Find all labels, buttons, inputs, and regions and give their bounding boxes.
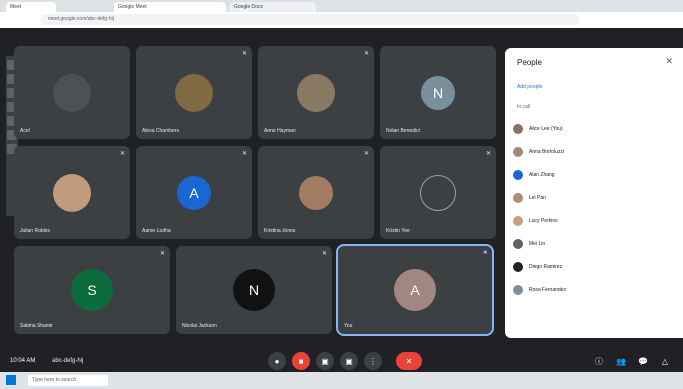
activities-icon[interactable]: △ xyxy=(656,352,674,370)
tile-name: Alexa Chambers xyxy=(142,128,179,134)
person-row[interactable]: Alice Lee (You) xyxy=(513,120,673,138)
muted-mic-icon: ✕ xyxy=(321,251,327,257)
muted-mic-icon: ✕ xyxy=(363,51,369,57)
participant-tile-self[interactable]: A You ■ xyxy=(336,244,494,336)
panel-title: People xyxy=(517,58,542,67)
avatar xyxy=(513,285,523,295)
participant-tile-9[interactable]: S Sabina Shamir ✕ xyxy=(14,246,170,334)
avatar xyxy=(513,239,523,249)
add-people-button[interactable]: Add people xyxy=(517,84,542,90)
avatar-letter: A xyxy=(394,269,436,311)
avatar-letter: N xyxy=(233,269,275,311)
os-taskbar: Type here to search xyxy=(0,372,683,389)
participant-tile-2[interactable]: Alexa Chambers ✕ xyxy=(136,46,252,139)
meeting-toolbar: 10:04 AM abc-defg-hij ● ■ ▣ ▣ ⋮ ✕ ⓘ 👥 💬 … xyxy=(0,348,683,372)
avatar xyxy=(513,170,523,180)
tile-name: Anne Hayman xyxy=(264,128,296,134)
camera-button[interactable]: ■ xyxy=(292,352,310,370)
muted-mic-icon: ✕ xyxy=(363,151,369,157)
muted-mic-icon: ✕ xyxy=(241,151,247,157)
present-button[interactable]: ▣ xyxy=(340,352,358,370)
search-placeholder: Type here to search xyxy=(32,377,77,383)
person-row[interactable]: Alan Zhang xyxy=(513,166,673,184)
participant-tile-10[interactable]: N Nicolai Jackson ✕ xyxy=(176,246,332,334)
person-name: Lei Pan xyxy=(529,195,546,201)
meeting-code: abc-defg-hij xyxy=(52,358,84,364)
tile-name: Julian Robles xyxy=(20,228,51,234)
people-icon[interactable]: 👥 xyxy=(612,352,630,370)
person-name: Lucy Perkins xyxy=(529,218,558,224)
participant-tile-5[interactable]: Julian Robles ✕ xyxy=(14,146,130,239)
person-name: Alice Lee (You) xyxy=(529,126,563,132)
tile-name: Aaron Lodha xyxy=(142,228,171,234)
more-button[interactable]: ⋮ xyxy=(364,352,382,370)
tile-name: Acel xyxy=(20,128,30,134)
person-name: Alan Zhang xyxy=(529,172,555,178)
avatar-letter: N xyxy=(421,75,455,110)
person-name: Mei Lin xyxy=(529,241,546,247)
participant-tile-8[interactable]: Kristin Yee ✕ xyxy=(380,146,496,239)
muted-mic-icon: ✕ xyxy=(119,151,125,157)
avatar xyxy=(513,147,523,157)
tile-name: Nicolai Jackson xyxy=(182,323,217,329)
chat-icon[interactable]: 💬 xyxy=(634,352,652,370)
tab-2[interactable]: Google Meet xyxy=(114,2,226,12)
person-name: Rosa Fernandez xyxy=(529,287,566,293)
person-row[interactable]: Lucy Perkins xyxy=(513,212,673,230)
mic-button[interactable]: ● xyxy=(268,352,286,370)
add-people-label: Add people xyxy=(517,84,543,90)
url-text: meet.google.com/abc-defg-hij xyxy=(48,16,114,22)
in-call-heading: In call xyxy=(517,104,531,110)
active-indicator-icon: ■ xyxy=(483,250,487,256)
clock: 10:04 AM xyxy=(10,358,36,364)
avatar xyxy=(513,216,523,226)
avatar xyxy=(513,124,523,134)
tab-label: Google Meet xyxy=(118,4,147,10)
tile-name: Nolan Benedict xyxy=(386,128,420,134)
url-field[interactable]: meet.google.com/abc-defg-hij xyxy=(40,14,580,25)
avatar xyxy=(513,193,523,203)
tab-label: Google Docs xyxy=(234,4,263,10)
taskbar-search[interactable]: Type here to search xyxy=(28,375,108,386)
participant-tile-3[interactable]: Anne Hayman ✕ xyxy=(258,46,374,139)
address-bar: meet.google.com/abc-defg-hij xyxy=(0,12,683,29)
participant-tile-1[interactable]: Acel xyxy=(14,46,130,139)
tab-1[interactable]: Meet xyxy=(6,2,56,12)
tab-label: Meet xyxy=(10,4,22,10)
person-row[interactable]: Anna Bortoluzzi xyxy=(513,143,673,161)
tile-name: Sabina Shamir xyxy=(20,323,53,329)
avatar xyxy=(513,262,523,272)
person-name: Diego Ramirez xyxy=(529,264,563,270)
people-panel: People ✕ Add people In call Alice Lee (Y… xyxy=(505,48,683,338)
leave-call-button[interactable]: ✕ xyxy=(396,352,422,370)
close-icon[interactable]: ✕ xyxy=(665,56,673,67)
muted-mic-icon: ✕ xyxy=(241,51,247,57)
tile-name: Kristina Jones xyxy=(264,228,296,234)
person-row[interactable]: Lei Pan xyxy=(513,189,673,207)
person-name: Anna Bortoluzzi xyxy=(529,149,565,155)
avatar-letter: A xyxy=(177,175,211,210)
participant-tile-4[interactable]: N Nolan Benedict xyxy=(380,46,496,139)
tile-name: Kristin Yee xyxy=(386,228,410,234)
participant-tile-6[interactable]: A Aaron Lodha ✕ xyxy=(136,146,252,239)
person-row[interactable]: Diego Ramirez xyxy=(513,258,673,276)
windows-start-icon[interactable] xyxy=(6,375,16,385)
tile-name: You xyxy=(344,323,353,329)
person-row[interactable]: Rosa Fernandez xyxy=(513,281,673,299)
tab-3[interactable]: Google Docs xyxy=(230,2,316,12)
browser-tab-strip: Meet Google Meet Google Docs xyxy=(0,0,683,12)
person-row[interactable]: Mei Lin xyxy=(513,235,673,253)
muted-mic-icon: ✕ xyxy=(159,251,165,257)
muted-mic-icon: ✕ xyxy=(485,151,491,157)
info-icon[interactable]: ⓘ xyxy=(590,352,608,370)
avatar-letter: S xyxy=(71,269,113,311)
captions-button[interactable]: ▣ xyxy=(316,352,334,370)
participant-tile-7[interactable]: Kristina Jones ✕ xyxy=(258,146,374,239)
